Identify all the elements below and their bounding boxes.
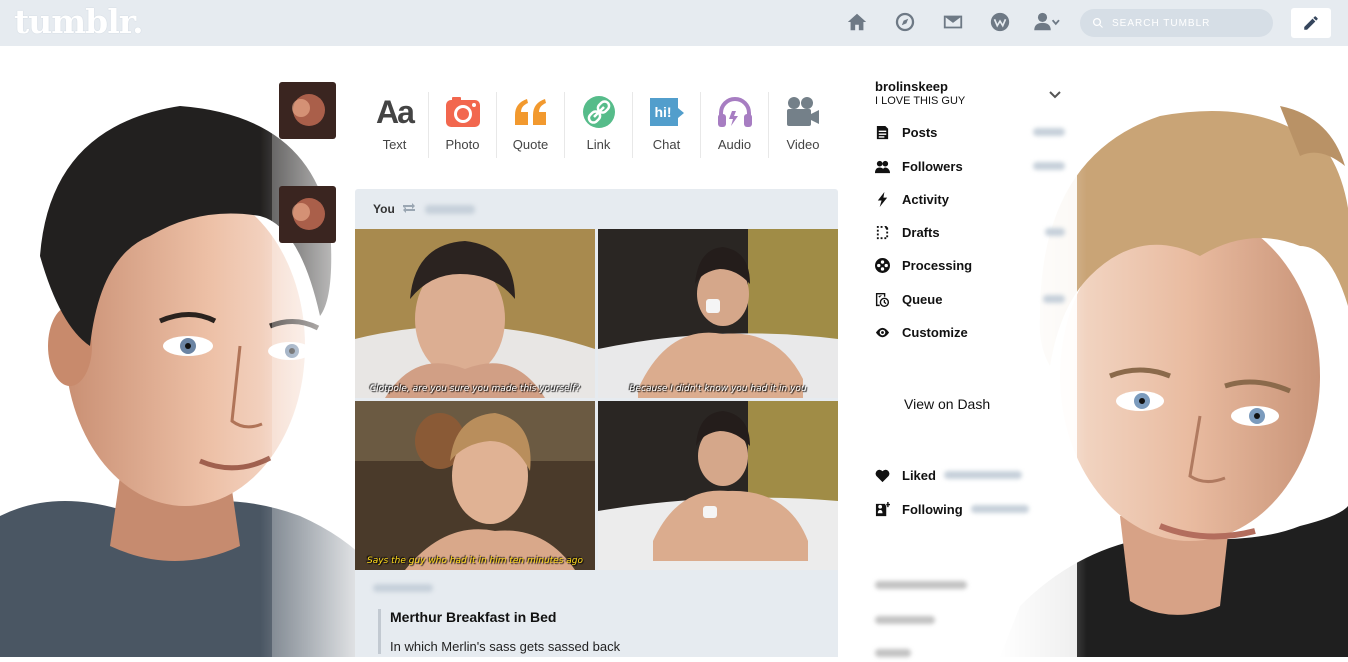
tumblr-logo[interactable]: tumblr. (14, 2, 144, 41)
search-input[interactable] (1110, 16, 1264, 30)
post-type-quote[interactable]: Quote (497, 92, 565, 158)
followed-blog-2-blurred[interactable] (875, 616, 935, 624)
post-type-chat[interactable]: hi! Chat (633, 92, 701, 158)
photo-caption: Clotpole, are you sure you made this you… (369, 384, 581, 394)
sidebar-item-drafts[interactable]: Drafts (875, 221, 1065, 243)
headphones-icon (717, 92, 753, 132)
reblogged-from-blurred (424, 204, 475, 214)
compose-button[interactable] (1291, 8, 1331, 38)
post-avatar[interactable] (279, 186, 336, 243)
photo-caption: Says the guy who had it in him ten minut… (366, 556, 583, 566)
eye-icon (875, 327, 890, 337)
followers-icon (875, 160, 890, 173)
sidebar-item-followers[interactable]: Followers (875, 155, 1065, 177)
followed-blog-1-blurred[interactable] (875, 581, 967, 589)
sidebar-item-following[interactable]: Following (875, 498, 1065, 520)
drafts-icon (876, 225, 889, 239)
post-type-text[interactable]: Aa Text (361, 92, 429, 158)
post-text: In which Merlin's sass gets sassed back (390, 639, 621, 654)
post-type-link[interactable]: Link (565, 92, 633, 158)
sidebar-item-activity[interactable]: Activity (875, 188, 1065, 210)
post-type-photo[interactable]: Photo (429, 92, 497, 158)
pencil-icon (1304, 16, 1318, 30)
quote-block: Merthur Breakfast in Bed In which Merlin… (378, 609, 838, 654)
text-icon: Aa (376, 93, 415, 130)
inbox-icon[interactable] (940, 9, 966, 35)
chat-icon: hi! (648, 92, 686, 132)
queue-count-blurred (1043, 295, 1065, 303)
photo-4[interactable] (598, 401, 838, 570)
blog-sidebar: brolinskeep I LOVE THIS GUY Posts Follow… (860, 46, 1077, 657)
video-camera-icon (785, 92, 821, 132)
photo-set: Clotpole, are you sure you made this you… (355, 229, 838, 570)
posts-count-blurred (1033, 128, 1065, 136)
sidebar-item-queue[interactable]: Queue (875, 288, 1065, 310)
blog-name[interactable]: brolinskeep (875, 79, 948, 94)
quote-icon (513, 92, 549, 132)
view-on-dash-link[interactable]: View on Dash (904, 396, 990, 412)
followed-blog-3-blurred[interactable] (875, 649, 911, 657)
following-count-blurred (970, 505, 1029, 513)
dashboard-post: You Clotpole, are you sure you made this… (355, 189, 838, 657)
sidebar-item-processing[interactable]: Processing (875, 254, 1065, 276)
blog-avatar[interactable] (279, 82, 336, 139)
camera-icon (445, 92, 481, 132)
svg-text:hi!: hi! (654, 104, 671, 120)
sidebar-item-customize[interactable]: Customize (875, 321, 1065, 343)
queue-icon (875, 292, 890, 307)
post-type-video[interactable]: Video (769, 92, 837, 158)
posts-icon (876, 125, 889, 139)
liked-count-blurred (943, 471, 1022, 479)
following-icon (875, 501, 890, 516)
source-blog-blurred (373, 584, 433, 592)
post-header: You (355, 189, 838, 229)
explore-icon[interactable] (892, 9, 918, 35)
post-author[interactable]: You (373, 202, 395, 216)
photo-caption: Because I didn't know you had it in you (629, 384, 807, 394)
post-title[interactable]: Merthur Breakfast in Bed (390, 609, 838, 625)
home-icon[interactable] (844, 9, 870, 35)
post-body: Merthur Breakfast in Bed In which Merlin… (355, 570, 838, 654)
photo-1[interactable]: Clotpole, are you sure you made this you… (355, 229, 595, 398)
top-navigation-bar: tumblr. (0, 0, 1348, 46)
reblog-icon (401, 202, 417, 217)
drafts-count-blurred (1045, 228, 1065, 236)
followers-count-blurred (1033, 162, 1065, 170)
heart-icon (875, 469, 890, 482)
lightning-icon (877, 191, 888, 207)
post-type-bar: Aa Text Photo Quote Link hi! Chat Audio (361, 92, 837, 162)
post-type-audio[interactable]: Audio (701, 92, 769, 158)
link-icon (582, 92, 616, 132)
photo-3[interactable]: Says the guy who had it in him ten minut… (355, 401, 595, 570)
activity-icon[interactable] (987, 9, 1013, 35)
search-bar[interactable] (1080, 9, 1273, 37)
sidebar-item-liked[interactable]: Liked (875, 464, 1065, 486)
blog-title: I LOVE THIS GUY (875, 95, 966, 107)
chevron-down-icon[interactable] (1048, 88, 1062, 102)
account-icon[interactable] (1033, 9, 1063, 35)
photo-2[interactable]: Because I didn't know you had it in you (598, 229, 838, 398)
sidebar-item-posts[interactable]: Posts (875, 121, 1065, 143)
processing-icon (875, 257, 890, 273)
search-icon (1092, 17, 1103, 28)
